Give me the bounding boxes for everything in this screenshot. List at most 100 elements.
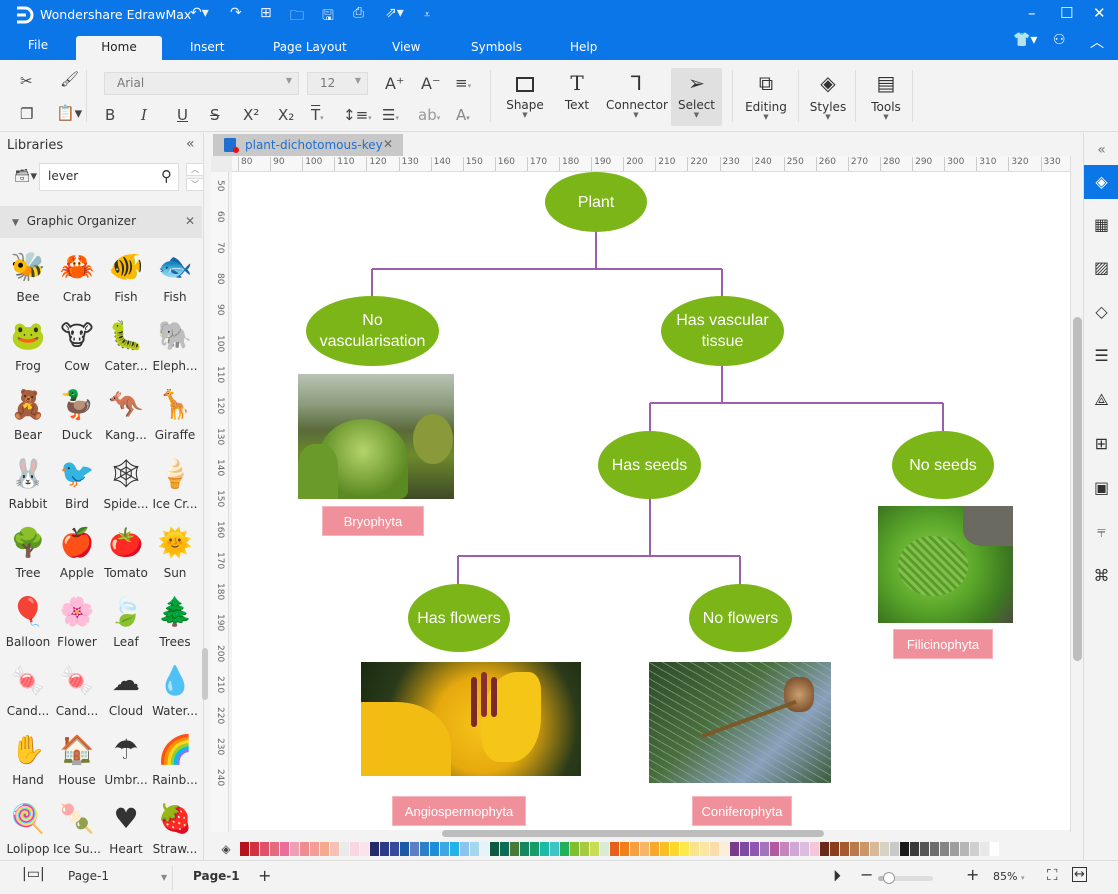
font-size-select[interactable]: 12 ▼ [307, 72, 368, 95]
color-swatch[interactable] [250, 842, 259, 856]
color-swatch[interactable] [410, 842, 419, 856]
tab-insert[interactable]: Insert [190, 38, 224, 62]
library-shape[interactable]: 🍓 Straw... [151, 795, 199, 864]
print-icon[interactable]: ⎙ [353, 5, 364, 21]
collapse-ribbon-icon[interactable]: ︿ [1090, 32, 1104, 52]
node-plant[interactable]: Plant [545, 172, 647, 232]
color-swatch[interactable] [980, 842, 989, 856]
color-swatch[interactable] [480, 842, 489, 856]
zoom-in-button[interactable]: + [966, 865, 979, 884]
color-swatch[interactable] [600, 842, 609, 856]
color-swatch[interactable] [780, 842, 789, 856]
color-swatch[interactable] [400, 842, 409, 856]
zoom-level-select[interactable]: 85% ▾ [993, 870, 1024, 883]
color-swatch[interactable] [260, 842, 269, 856]
color-swatch[interactable] [750, 842, 759, 856]
close-button[interactable]: ✕ [1093, 4, 1106, 22]
color-swatch[interactable] [740, 842, 749, 856]
tag-coniferophyta[interactable]: Coniferophyta [692, 796, 792, 826]
layers-icon[interactable]: ◇ [1084, 295, 1118, 329]
color-swatch[interactable] [610, 842, 619, 856]
color-swatch[interactable] [920, 842, 929, 856]
color-swatch[interactable] [240, 842, 249, 856]
tab-help[interactable]: Help [570, 38, 597, 62]
color-swatch[interactable] [670, 842, 679, 856]
undo-icon[interactable]: ↶▾ [190, 5, 209, 21]
library-shape[interactable]: 🕸 Spide... [102, 450, 150, 519]
format-painter-icon[interactable]: 🖌 [60, 70, 79, 88]
library-shape[interactable]: 🌲 Trees [151, 588, 199, 657]
fit-width-icon[interactable]: ↔ [1072, 867, 1087, 882]
font-name-select[interactable]: Arial ▼ [104, 72, 299, 95]
horizontal-scrollbar[interactable] [232, 830, 1070, 839]
color-swatch[interactable] [340, 842, 349, 856]
new-icon[interactable]: ⊞ [260, 5, 272, 21]
color-swatch[interactable] [580, 842, 589, 856]
color-swatch[interactable] [380, 842, 389, 856]
color-swatch[interactable] [990, 842, 999, 856]
library-shape[interactable]: 🐰 Rabbit [4, 450, 52, 519]
library-shape[interactable]: 💧 Water... [151, 657, 199, 726]
page-view-icon[interactable]: |▭| [22, 866, 45, 882]
strikethrough-button[interactable]: S [210, 106, 220, 124]
vertical-scrollbar[interactable] [1070, 156, 1082, 832]
color-swatch[interactable] [700, 842, 709, 856]
collapse-panel-icon[interactable]: « [186, 136, 195, 152]
styles-button[interactable]: ◈ Styles ▼ [808, 68, 848, 126]
color-swatch[interactable] [560, 842, 569, 856]
color-swatch[interactable] [830, 842, 839, 856]
tab-symbols[interactable]: Symbols [471, 38, 522, 62]
color-swatch[interactable] [280, 842, 289, 856]
library-shape[interactable]: 🐮 Cow [53, 312, 101, 381]
horizontal-scroll-thumb[interactable] [442, 830, 824, 837]
shape-button[interactable]: Shape ▼ [504, 68, 546, 126]
color-swatch[interactable] [850, 842, 859, 856]
color-swatch[interactable] [720, 842, 729, 856]
tag-bryophyta[interactable]: Bryophyta [322, 506, 424, 536]
bold-button[interactable]: B [105, 106, 115, 124]
color-swatch[interactable] [890, 842, 899, 856]
library-shape[interactable]: 🌞 Sun [151, 519, 199, 588]
color-swatch[interactable] [690, 842, 699, 856]
library-shape[interactable]: 🦒 Giraffe [151, 381, 199, 450]
color-swatch[interactable] [660, 842, 669, 856]
color-swatch[interactable] [360, 842, 369, 856]
color-swatch[interactable] [840, 842, 849, 856]
apps-icon[interactable]: ⚇ [1053, 32, 1066, 48]
color-swatch[interactable] [460, 842, 469, 856]
open-icon[interactable]: 🗀 [290, 5, 304, 29]
minimize-button[interactable]: – [1028, 4, 1036, 22]
maximize-button[interactable]: ☐ [1060, 4, 1073, 22]
italic-button[interactable]: I [141, 106, 147, 124]
subscript-button[interactable]: X₂ [278, 106, 294, 124]
lily-photo[interactable] [361, 662, 581, 776]
library-shape[interactable]: 🍎 Apple [53, 519, 101, 588]
text-button[interactable]: T Text [560, 68, 594, 126]
tab-file[interactable]: File [28, 36, 48, 60]
color-swatch[interactable] [900, 842, 909, 856]
align-button[interactable]: ≡▾ [455, 74, 471, 92]
color-swatch[interactable] [490, 842, 499, 856]
play-icon[interactable]: ⏵ [833, 866, 841, 886]
connector-button[interactable]: ᒣ Connector ▼ [606, 68, 668, 126]
node-no-seeds[interactable]: No seeds [892, 431, 994, 499]
color-swatch[interactable] [450, 842, 459, 856]
document-tab[interactable]: plant-dichotomous-key ✕ [213, 134, 403, 156]
library-shape[interactable]: 🦆 Duck [53, 381, 101, 450]
fill-color-icon[interactable]: ◈ [212, 842, 240, 856]
cut-icon[interactable]: ✂ [20, 72, 33, 90]
select-button[interactable]: ➢ Select ▼ [671, 68, 722, 126]
color-swatch[interactable] [470, 842, 479, 856]
library-shape[interactable]: 🐘 Eleph... [151, 312, 199, 381]
page-selector[interactable]: Page-1 ▼ [68, 869, 167, 883]
tab-page-layout[interactable]: Page Layout [273, 38, 347, 62]
color-swatch[interactable] [420, 842, 429, 856]
library-shape[interactable]: 🌳 Tree [4, 519, 52, 588]
color-swatch[interactable] [530, 842, 539, 856]
library-shape[interactable]: 🌸 Flower [53, 588, 101, 657]
color-swatch[interactable] [710, 842, 719, 856]
color-swatch[interactable] [970, 842, 979, 856]
color-swatch[interactable] [770, 842, 779, 856]
mindmap-icon[interactable]: ⌘ [1084, 559, 1118, 593]
scroll-up-button[interactable]: ︿ [186, 163, 204, 176]
